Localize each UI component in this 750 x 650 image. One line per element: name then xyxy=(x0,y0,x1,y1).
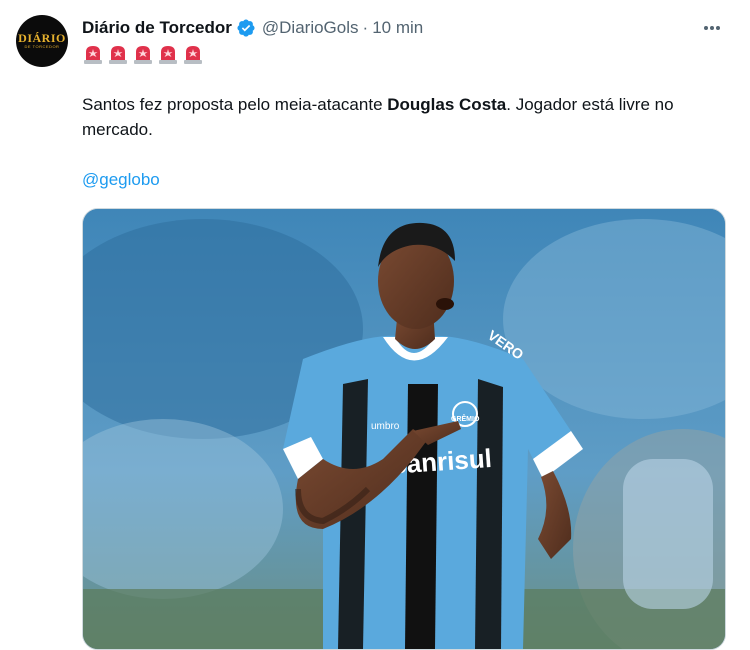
jersey-brand-text: umbro xyxy=(371,421,400,432)
tweet-body-text: Santos fez proposta pelo meia-atacante D… xyxy=(82,92,722,142)
header-separator: · xyxy=(362,18,369,37)
tweet-media-photo[interactable]: Banrisul umbro GRÊMIO VERO xyxy=(82,208,726,650)
author-avatar[interactable]: DIÁRIO DE TORCEDOR xyxy=(16,15,68,67)
avatar-logo-text: DIÁRIO xyxy=(18,31,66,45)
police-siren-emoji-icon xyxy=(159,46,177,64)
tweet-text-part: Santos fez proposta pelo meia-atacante xyxy=(82,95,388,114)
police-siren-emoji-icon xyxy=(109,46,127,64)
avatar-logo-subtext: DE TORCEDOR xyxy=(24,44,60,49)
tweet-text-bold-name: Douglas Costa xyxy=(387,95,507,114)
police-siren-emoji-icon xyxy=(134,46,152,64)
author-handle[interactable]: @DiarioGols xyxy=(262,18,359,38)
siren-emoji-row xyxy=(82,44,204,65)
tweet-header: Diário de Torcedor @DiarioGols · 10 min xyxy=(82,16,423,40)
mention-link[interactable]: @geglobo xyxy=(82,170,160,190)
author-display-name[interactable]: Diário de Torcedor xyxy=(82,18,232,38)
verified-badge-icon xyxy=(236,18,256,38)
police-siren-emoji-icon xyxy=(184,46,202,64)
more-options-icon[interactable] xyxy=(698,18,726,38)
police-siren-emoji-icon xyxy=(84,46,102,64)
tweet-timestamp[interactable]: 10 min xyxy=(372,18,423,38)
